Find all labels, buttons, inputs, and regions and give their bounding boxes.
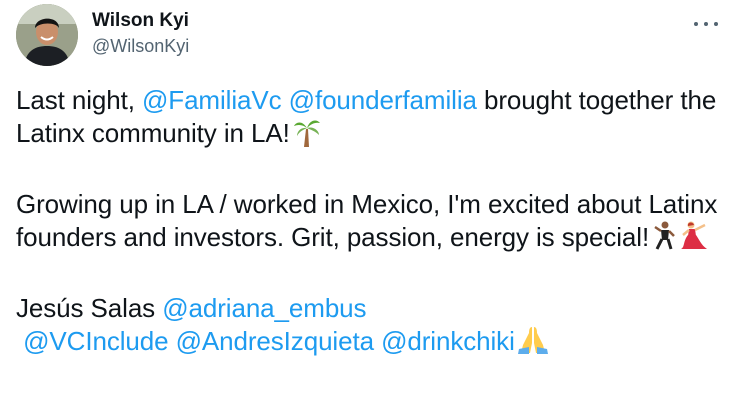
display-name[interactable]: Wilson Kyi [92, 10, 189, 32]
tweet-paragraph-2: Growing up in LA / worked in Mexico, I'm… [16, 188, 728, 259]
tweet-paragraph-3: Jesús Salas @adriana_embus @VCInclude @A… [16, 292, 728, 363]
text: Jesús Salas [16, 293, 163, 323]
author-names: Wilson Kyi @WilsonKyi [92, 10, 189, 57]
dot [694, 22, 698, 26]
palm-tree-icon [293, 117, 320, 155]
avatar[interactable] [16, 4, 78, 66]
man-dancing-icon [653, 221, 675, 259]
text [374, 326, 381, 356]
dot [714, 22, 718, 26]
tweet-text: Last night, @FamiliaVc @founderfamilia b… [16, 84, 728, 363]
text [282, 85, 289, 115]
mention-andresizquieta[interactable]: @AndresIzquieta [176, 326, 374, 356]
tweet-paragraph-1: Last night, @FamiliaVc @founderfamilia b… [16, 84, 728, 155]
ellipsis-icon[interactable] [694, 16, 718, 32]
mention-adriana-embus[interactable]: @adriana_embus [162, 293, 366, 323]
mention-founderfamilia[interactable]: @founderfamilia [289, 85, 477, 115]
folded-hands-icon [517, 325, 549, 363]
text: Last night, [16, 85, 142, 115]
woman-dancing-icon [679, 221, 709, 259]
mention-familiavc[interactable]: @FamiliaVc [142, 85, 282, 115]
mention-vcinclude[interactable]: @VCInclude [23, 326, 168, 356]
dot [704, 22, 708, 26]
mention-drinkchiki[interactable]: @drinkchiki [381, 326, 515, 356]
text: Growing up in LA / worked in Mexico, I'm… [16, 189, 718, 252]
text [168, 326, 175, 356]
tweet-header: Wilson Kyi @WilsonKyi [16, 4, 728, 68]
handle[interactable]: @WilsonKyi [92, 35, 189, 57]
